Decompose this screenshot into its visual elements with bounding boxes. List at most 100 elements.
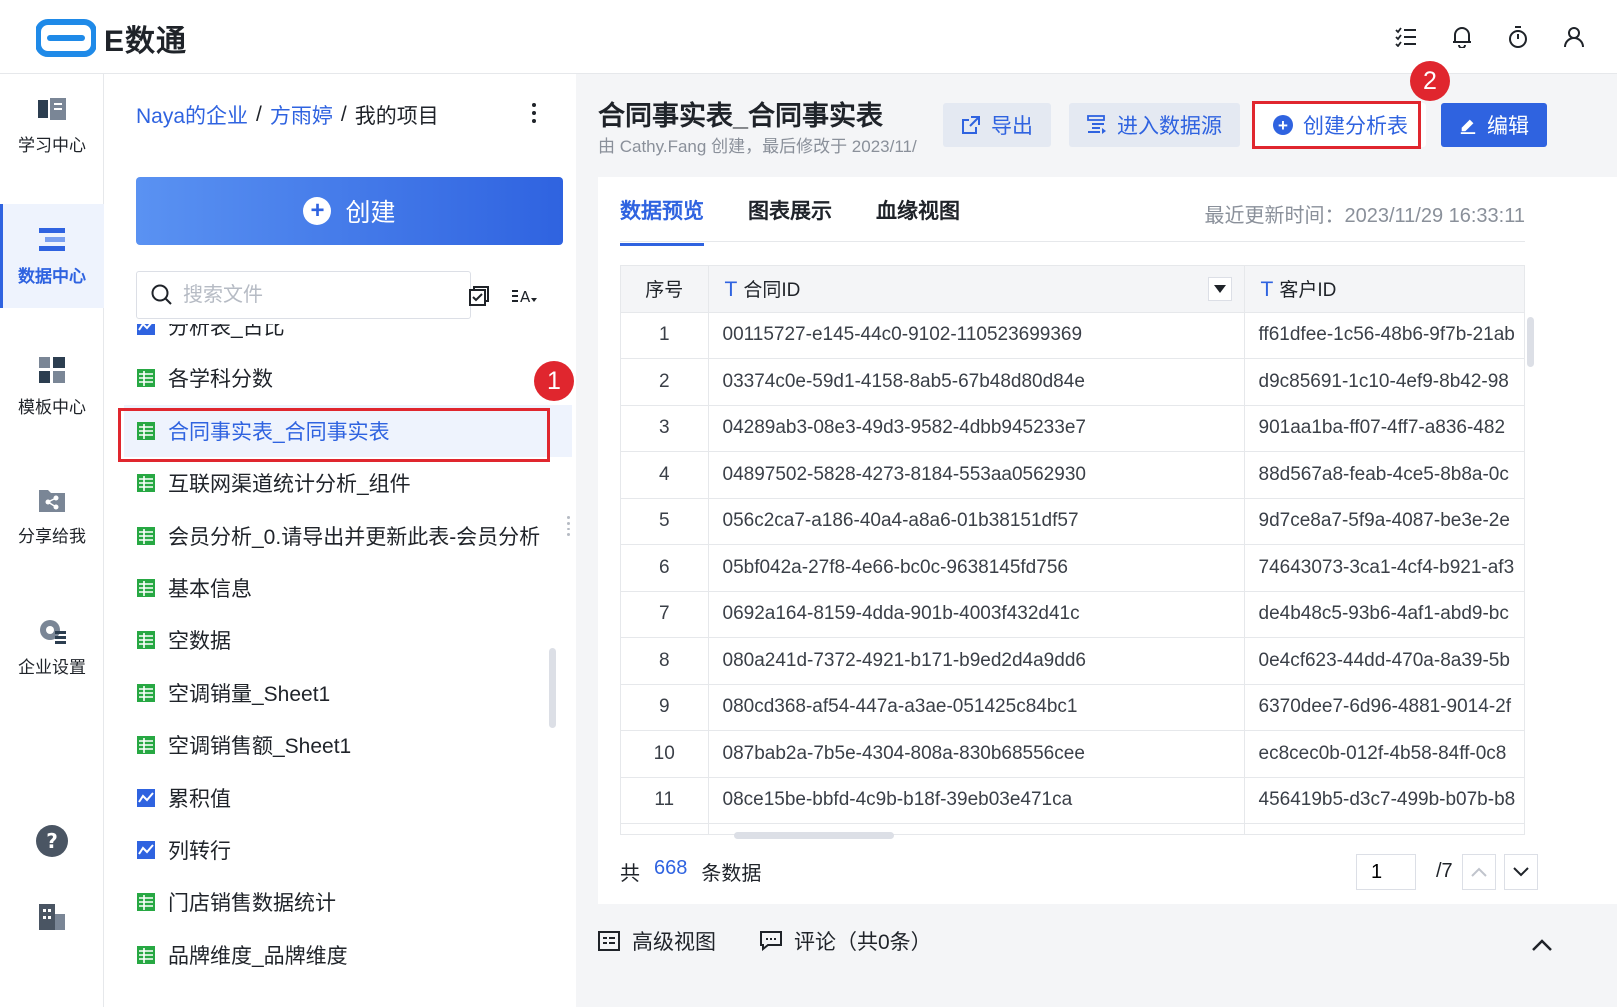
tab-chart-display[interactable]: 图表展示 bbox=[748, 195, 832, 246]
user-icon[interactable] bbox=[1559, 22, 1589, 52]
bell-icon[interactable] bbox=[1447, 22, 1477, 52]
file-name: 累积值 bbox=[168, 787, 231, 811]
cell-contract-id: 04897502-5828-4273-8184-553aa0562930 bbox=[708, 451, 1245, 499]
advanced-view-button[interactable]: 高级视图 bbox=[598, 926, 716, 956]
column-header-contract-id[interactable]: T 合同ID bbox=[708, 266, 1245, 313]
table-row[interactable]: 4 04897502-5828-4273-8184-553aa0562930 88d… bbox=[621, 451, 1524, 499]
file-item[interactable]: 列转行 bbox=[124, 824, 572, 876]
timer-icon[interactable] bbox=[1503, 22, 1533, 52]
task-list-icon[interactable] bbox=[1391, 22, 1421, 52]
tab-lineage-view[interactable]: 血缘视图 bbox=[876, 195, 960, 246]
breadcrumb-user[interactable]: 方雨婷 bbox=[270, 100, 333, 130]
table-vertical-scrollbar[interactable] bbox=[1527, 317, 1534, 367]
count-prefix: 共 bbox=[620, 863, 640, 885]
table-row[interactable]: 8 080a241d-7372-4921-b171-b9ed2d4a9dd6 0e4… bbox=[621, 637, 1524, 685]
table-file-icon bbox=[137, 893, 155, 912]
logo-icon bbox=[36, 19, 96, 57]
table-row[interactable]: 6 05bf042a-27f8-4e66-bc0c-9638145fd756 746… bbox=[621, 544, 1524, 592]
table-footer: 共 668 条数据 bbox=[620, 857, 761, 886]
table-row[interactable]: 11 08ce15be-bbfd-4c9b-b18f-39eb03e471ca 45… bbox=[621, 777, 1524, 824]
data-card: 数据预览 图表展示 血缘视图 最近更新时间：2023/11/29 16:33:1… bbox=[598, 177, 1617, 904]
rail-item-shared[interactable]: 分享给我 bbox=[0, 464, 104, 568]
chart-file-icon bbox=[137, 841, 155, 859]
file-item[interactable]: 会员分析_0.请导出并更新此表-会员分析 bbox=[124, 510, 572, 562]
file-item[interactable]: 基本信息 bbox=[124, 562, 572, 614]
column-label: 客户ID bbox=[1279, 280, 1337, 302]
rail-item-data-center[interactable]: 数据中心 bbox=[0, 204, 104, 308]
share-icon bbox=[39, 489, 65, 512]
cell-seq: 11 bbox=[621, 777, 709, 824]
export-button[interactable]: 导出 bbox=[943, 103, 1051, 147]
help-button[interactable]: ? bbox=[0, 824, 104, 858]
building-button[interactable] bbox=[0, 902, 104, 932]
file-item[interactable]: 分析表_占比 bbox=[124, 324, 572, 352]
file-item[interactable]: 累积值 bbox=[124, 772, 572, 824]
file-name: 空调销量_Sheet1 bbox=[168, 682, 331, 706]
file-item[interactable]: 空调销量_Sheet1 bbox=[124, 667, 572, 719]
cell-seq: 1 bbox=[621, 312, 709, 359]
page-title: 合同事实表_合同事实表 bbox=[598, 101, 884, 131]
empty-cell bbox=[621, 823, 709, 834]
sort-icon[interactable]: A bbox=[510, 282, 538, 310]
rail-item-settings[interactable]: 企业设置 bbox=[0, 594, 104, 698]
next-page-button[interactable] bbox=[1504, 854, 1538, 890]
cell-customer-id: 6370dee7-6d96-4881-9014-2f bbox=[1244, 684, 1524, 731]
collapse-panel-button[interactable] bbox=[1531, 938, 1553, 957]
file-list-scrollbar[interactable] bbox=[549, 648, 556, 728]
cell-seq: 9 bbox=[621, 684, 709, 731]
tab-data-preview[interactable]: 数据预览 bbox=[620, 195, 704, 246]
top-header: E数通 bbox=[0, 0, 1617, 74]
create-analysis-label: 创建分析表 bbox=[1303, 115, 1408, 138]
page-number-input[interactable] bbox=[1356, 854, 1416, 890]
edit-button[interactable]: 编辑 bbox=[1441, 103, 1547, 147]
gear-icon bbox=[40, 619, 66, 644]
table-row[interactable]: 9 080cd368-af54-447a-a3ae-051425c84bc1 637… bbox=[621, 684, 1524, 731]
table-row[interactable]: 3 04289ab3-08e3-49d3-9582-4dbb945233e7 901… bbox=[621, 405, 1524, 452]
search-input[interactable] bbox=[183, 283, 443, 307]
row-count: 668 bbox=[654, 857, 688, 879]
search-box bbox=[136, 271, 471, 319]
table-row[interactable]: 5 056c2ca7-a186-40a4-a8a6-01b38151df57 9d7… bbox=[621, 498, 1524, 545]
prev-page-button[interactable] bbox=[1462, 854, 1496, 890]
create-button[interactable]: + 创建 bbox=[136, 177, 563, 245]
page-subtitle: 由 Cathy.Fang 创建，最后修改于 2023/11/ bbox=[598, 137, 917, 156]
table-file-icon bbox=[137, 631, 155, 650]
last-updated: 最近更新时间：2023/11/29 16:33:11 bbox=[1204, 205, 1525, 227]
create-label: 创建 bbox=[345, 199, 396, 227]
file-item[interactable]: 合同事实表_合同事实表 bbox=[124, 404, 572, 457]
rail-item-templates[interactable]: 模板中心 bbox=[0, 334, 104, 438]
file-item[interactable]: 互联网渠道统计分析_组件 bbox=[124, 457, 572, 509]
more-options-icon[interactable] bbox=[524, 98, 544, 128]
file-item[interactable]: 空调销售额_Sheet1 bbox=[124, 719, 572, 771]
file-item[interactable]: 各学科分数 bbox=[124, 352, 572, 404]
file-name: 空调销售额_Sheet1 bbox=[168, 735, 352, 759]
table-row[interactable]: 10 087bab2a-7b5e-4304-808a-830b68556cee ec… bbox=[621, 730, 1524, 778]
table-row[interactable]: 7 0692a164-8159-4dda-901b-4003f432d41c de4… bbox=[621, 591, 1524, 638]
column-header-seq[interactable]: 序号 bbox=[621, 266, 709, 313]
cell-seq: 7 bbox=[621, 591, 709, 638]
file-item[interactable]: 品牌维度_品牌维度 bbox=[124, 929, 572, 981]
table-horizontal-scrollbar[interactable] bbox=[734, 832, 894, 839]
app-logo[interactable]: E数通 bbox=[36, 16, 187, 60]
create-analysis-button[interactable]: + 创建分析表 bbox=[1255, 103, 1426, 147]
file-item[interactable]: 门店销售数据统计 bbox=[124, 876, 572, 928]
main-area: 合同事实表_合同事实表 由 Cathy.Fang 创建，最后修改于 2023/1… bbox=[576, 61, 1617, 1007]
column-dropdown-icon[interactable] bbox=[1207, 277, 1232, 301]
rail-item-learning[interactable]: 学习中心 bbox=[0, 74, 104, 178]
file-item[interactable]: 空数据 bbox=[124, 614, 572, 666]
cell-contract-id: 08ce15be-bbfd-4c9b-b18f-39eb03e471ca bbox=[708, 777, 1245, 824]
table-row[interactable]: 1 00115727-e145-44c0-9102-110523699369 ff6… bbox=[621, 312, 1524, 359]
book-icon bbox=[38, 97, 66, 120]
comments-button[interactable]: 评论（共0条） bbox=[760, 926, 932, 956]
breadcrumb-enterprise[interactable]: Naya的企业 bbox=[136, 100, 248, 130]
table-row[interactable]: 2 03374c0e-59d1-4158-8ab5-67b48d80d84e d9c… bbox=[621, 358, 1524, 406]
cell-contract-id: 00115727-e145-44c0-9102-110523699369 bbox=[708, 312, 1245, 359]
breadcrumb-separator: / bbox=[340, 103, 347, 126]
batch-select-icon[interactable] bbox=[465, 282, 493, 310]
data-table: 序号 T 合同ID T 客户ID 1 00115727-e145-44c0-9102-… bbox=[620, 265, 1525, 835]
column-header-customer-id[interactable]: T 客户ID bbox=[1244, 266, 1524, 313]
enter-datasource-button[interactable]: 进入数据源 bbox=[1069, 103, 1240, 147]
breadcrumb: Naya的企业 / 方雨婷 / 我的项目 bbox=[136, 100, 439, 130]
panel-resize-handle[interactable] bbox=[567, 516, 571, 536]
table-file-icon bbox=[137, 736, 155, 755]
